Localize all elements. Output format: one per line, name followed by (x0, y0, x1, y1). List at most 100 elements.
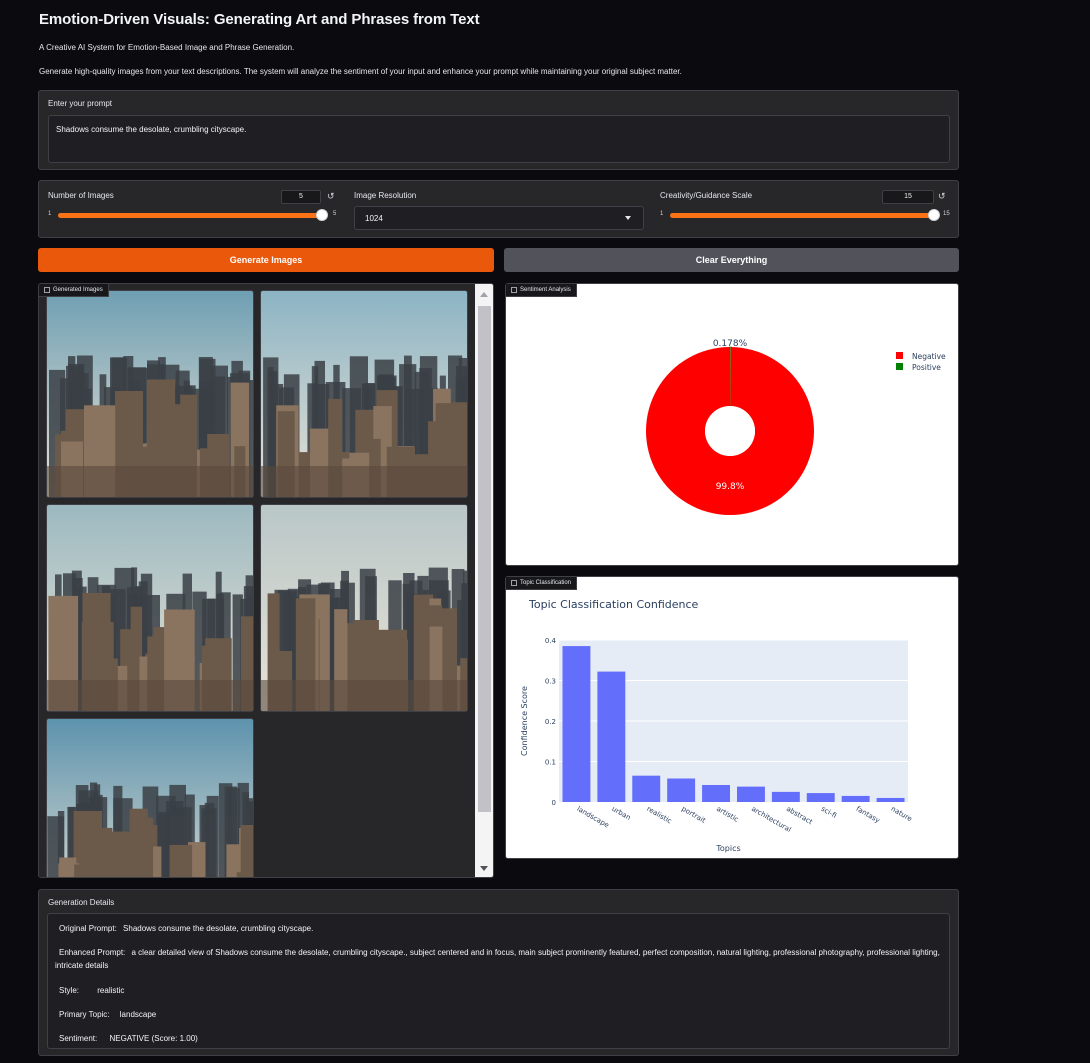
generated-image[interactable] (46, 290, 254, 498)
sentiment-tag: Sentiment Analysis (506, 284, 577, 297)
gallery-label: Generated Images (53, 287, 103, 293)
sentiment-value: NEGATIVE (Score: 1.00) (109, 1034, 198, 1043)
guidance-label: Creativity/Guidance Scale (660, 191, 753, 200)
topic-classification-panel: Topic Classification Topic Classificatio… (505, 576, 959, 859)
prompt-input[interactable]: Shadows consume the desolate, crumbling … (48, 115, 950, 163)
sentiment-key: Sentiment: (59, 1034, 98, 1043)
x-axis-title: Topics (715, 844, 740, 853)
chart-icon (511, 580, 517, 586)
y-tick-label: 0.4 (545, 637, 557, 645)
controls-panel: Number of Images 5 ↺ 1 5 Image Resolutio… (38, 180, 959, 238)
pie-label-positive: 0.178% (713, 339, 748, 349)
y-tick-label: 0.1 (545, 759, 556, 767)
x-tick-label: urban (610, 805, 632, 822)
cityscape-image (261, 291, 467, 497)
enhanced-prompt-key: Enhanced Prompt: (59, 948, 126, 957)
original-prompt-key: Original Prompt: (59, 924, 117, 933)
primary-topic-row: Primary Topic: landscape (59, 1008, 156, 1021)
original-prompt-row: Original Prompt: Shadows consume the des… (59, 922, 313, 935)
chevron-down-icon (625, 216, 631, 220)
x-tick-label: portrait (680, 805, 707, 825)
x-tick-label: artistic (715, 805, 740, 824)
num-images-input[interactable]: 5 (281, 190, 321, 204)
gallery-scrollbar[interactable] (475, 284, 493, 877)
generated-image[interactable] (260, 504, 468, 712)
guidance-max: 15 (943, 211, 950, 217)
sentiment-pie-chart: 0.178% 99.8% Negative Positive (645, 339, 946, 515)
x-tick-label: sci-fi (820, 805, 838, 820)
bar-landscape[interactable] (562, 646, 591, 802)
bar-portrait[interactable] (667, 778, 696, 802)
image-icon (44, 287, 50, 293)
num-images-slider-thumb[interactable] (316, 209, 328, 221)
original-prompt-value: Shadows consume the desolate, crumbling … (123, 924, 314, 933)
num-images-label: Number of Images (48, 191, 114, 200)
num-images-max: 5 (333, 211, 337, 217)
enhanced-prompt-row: Enhanced Prompt: a clear detailed view o… (55, 946, 945, 972)
generated-image[interactable] (46, 718, 254, 877)
num-images-reset-icon[interactable]: ↺ (327, 191, 335, 202)
prompt-panel: Enter your prompt Shadows consume the de… (38, 90, 959, 170)
chart-title: Topic Classification Confidence (528, 598, 699, 611)
bar-abstract[interactable] (771, 791, 800, 802)
generated-image[interactable] (260, 290, 468, 498)
legend-swatch-negative[interactable] (896, 352, 903, 359)
bar-urban[interactable] (597, 671, 626, 802)
clear-everything-button[interactable]: Clear Everything (504, 248, 959, 272)
x-tick-label: fantasy (855, 805, 882, 825)
legend-swatch-positive[interactable] (896, 363, 903, 370)
scroll-up-icon[interactable] (480, 292, 488, 297)
x-tick-label: abstract (785, 805, 814, 826)
sentiment-analysis-panel: Sentiment Analysis 0.178% 99.8% Negative Po… (505, 283, 959, 566)
sentiment-label: Sentiment Analysis (520, 287, 571, 293)
cityscape-image (47, 505, 253, 711)
guidance-slider[interactable] (670, 213, 934, 218)
page-subtitle: A Creative AI System for Emotion-Based I… (39, 43, 295, 52)
bar-architectural[interactable] (736, 786, 765, 802)
guidance-min: 1 (660, 211, 664, 217)
scrollbar-thumb[interactable] (478, 306, 491, 812)
guidance-input[interactable]: 15 (882, 190, 934, 204)
primary-topic-value: landscape (119, 1010, 157, 1019)
y-axis-title: Confidence Score (520, 686, 529, 756)
chart-icon (511, 287, 517, 293)
guidance-reset-icon[interactable]: ↺ (938, 191, 946, 202)
page-description: Generate high-quality images from your t… (39, 67, 682, 76)
sentiment-row: Sentiment: NEGATIVE (Score: 1.00) (59, 1032, 198, 1045)
topic-bar-chart: Topic Classification Confidence 0 0.1 0.2 0.… (520, 598, 913, 853)
generate-images-button[interactable]: Generate Images (38, 248, 494, 272)
primary-topic-key: Primary Topic: (59, 1010, 110, 1019)
cityscape-image (47, 719, 253, 877)
bar-realistic[interactable] (632, 775, 661, 802)
cityscape-image (47, 291, 253, 497)
legend-label-negative[interactable]: Negative (912, 352, 946, 361)
bar-fantasy[interactable] (841, 795, 870, 802)
guidance-slider-thumb[interactable] (928, 209, 940, 221)
page-title: Emotion-Driven Visuals: Generating Art a… (39, 11, 480, 28)
x-tick-label: landscape (575, 805, 610, 830)
y-tick-label: 0.2 (545, 718, 556, 726)
topic-label: Topic Classification (520, 580, 572, 586)
y-tick-label: 0 (552, 799, 556, 807)
generated-images-gallery: Generated Images (38, 283, 494, 878)
style-row: Style: realistic (59, 984, 124, 997)
topic-tag: Topic Classification (506, 577, 578, 590)
bar-sci-fi[interactable] (806, 793, 835, 802)
resolution-select[interactable]: 1024 (354, 206, 644, 230)
bar-artistic[interactable] (702, 784, 731, 802)
details-box: Original Prompt: Shadows consume the des… (47, 913, 950, 1049)
style-value: realistic (97, 986, 125, 995)
pie-label-negative: 99.8% (716, 482, 745, 492)
scroll-down-icon[interactable] (480, 866, 488, 871)
details-label: Generation Details (48, 898, 115, 907)
x-tick-label: realistic (645, 805, 673, 826)
y-tick-label: 0.3 (545, 678, 556, 686)
donut-hole (705, 406, 755, 456)
legend-label-positive[interactable]: Positive (912, 363, 941, 372)
resolution-label: Image Resolution (354, 191, 417, 200)
bar-nature[interactable] (876, 797, 905, 802)
enhanced-prompt-value: a clear detailed view of Shadows consume… (55, 948, 940, 970)
num-images-slider[interactable] (58, 213, 322, 218)
gallery-tag: Generated Images (39, 284, 109, 297)
generated-image[interactable] (46, 504, 254, 712)
